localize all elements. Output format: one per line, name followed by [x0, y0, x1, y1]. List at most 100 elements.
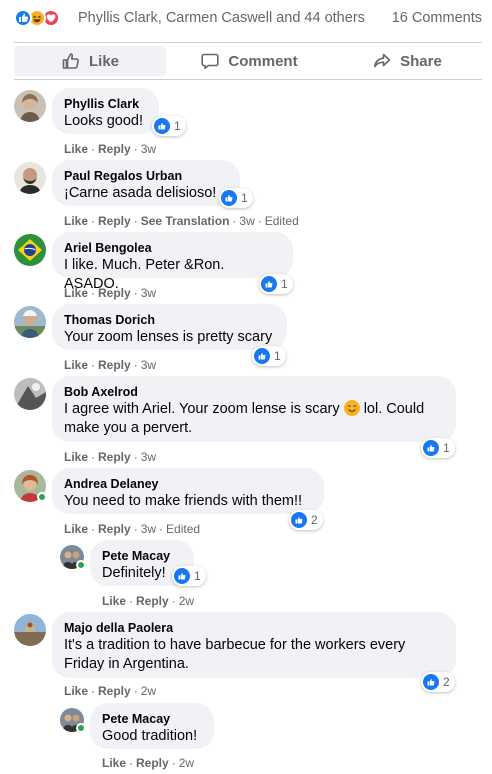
comment-author[interactable]: Thomas Dorich	[64, 312, 275, 328]
reply-link[interactable]: Reply	[98, 684, 131, 698]
separator: ·	[129, 594, 134, 608]
reply-link[interactable]: Reply	[98, 142, 131, 156]
avatar[interactable]	[14, 378, 46, 410]
timestamp[interactable]: 3w	[141, 450, 156, 464]
comment: Andrea Delaney You need to make friends …	[14, 468, 482, 536]
like-link[interactable]: Like	[64, 358, 88, 372]
reaction-badge[interactable]: 1	[219, 188, 253, 208]
timestamp[interactable]: 2w	[179, 756, 194, 770]
reply-link[interactable]: Reply	[136, 594, 169, 608]
timestamp[interactable]: 3w	[141, 358, 156, 372]
comment-author[interactable]: Majo della Paolera	[64, 620, 444, 636]
separator: ·	[232, 214, 237, 228]
separator: ·	[91, 142, 96, 156]
comment-author[interactable]: Pete Macay	[102, 711, 202, 727]
reply-link[interactable]: Reply	[98, 286, 131, 300]
avatar[interactable]	[14, 306, 46, 338]
comment-author[interactable]: Bob Axelrod	[64, 384, 444, 400]
reaction-icons[interactable]	[14, 9, 74, 27]
comment-author[interactable]: Pete Macay	[102, 548, 182, 564]
comment-bubble: Bob Axelrod I agree with Ariel. Your zoo…	[52, 376, 456, 442]
comment-icon	[201, 53, 220, 69]
like-link[interactable]: Like	[64, 684, 88, 698]
comment-text: I agree with Ariel. Your zoom lense is s…	[64, 400, 444, 438]
timestamp[interactable]: 3w	[141, 286, 156, 300]
avatar[interactable]	[14, 90, 46, 122]
see-translation-link[interactable]: See Translation	[141, 214, 230, 228]
reaction-badge[interactable]: 1	[259, 274, 293, 294]
thumbs-up-icon	[62, 53, 79, 69]
comment-text: Definitely!	[102, 565, 166, 581]
smile-emoji-icon	[343, 400, 360, 416]
online-status-indicator	[76, 560, 86, 570]
reply-link[interactable]: Reply	[98, 450, 131, 464]
avatar[interactable]	[14, 614, 46, 646]
timestamp[interactable]: 2w	[179, 594, 194, 608]
reaction-count: 1	[274, 349, 281, 363]
reaction-badge[interactable]: 2	[421, 672, 455, 692]
timestamp[interactable]: 3w	[239, 214, 254, 228]
reaction-count: 1	[174, 119, 181, 133]
like-button[interactable]: Like	[14, 46, 166, 76]
reaction-badge[interactable]: 2	[289, 510, 323, 530]
comment: Paul Regalos Urban ¡Carne asada delisios…	[14, 160, 482, 228]
comment-bubble: Andrea Delaney You need to make friends …	[52, 468, 324, 514]
separator: ·	[91, 286, 96, 300]
separator: ·	[91, 684, 96, 698]
reaction-badge[interactable]: 1	[152, 116, 186, 136]
like-link[interactable]: Like	[102, 594, 126, 608]
reaction-count: 1	[194, 569, 201, 583]
comment-bubble: Majo della Paolera It's a tradition to h…	[52, 612, 456, 678]
comment-text-part: It's a tradition to have barbecue for th…	[64, 637, 406, 653]
reaction-badge[interactable]: 1	[252, 346, 286, 366]
share-button[interactable]: Share	[332, 46, 482, 76]
timestamp[interactable]: 3w	[141, 522, 156, 536]
online-status-indicator	[76, 723, 86, 733]
comment-meta: Like · Reply · See Translation · 3w · Edited	[64, 214, 299, 228]
like-icon	[291, 512, 307, 528]
separator: ·	[133, 142, 138, 156]
reply: Pete Macay Good tradition! Like · Reply · 2w	[60, 703, 482, 771]
reply-link[interactable]: Reply	[98, 522, 131, 536]
separator: ·	[159, 522, 164, 536]
separator: ·	[91, 522, 96, 536]
comment-meta: Like · Reply · 3w	[64, 142, 156, 156]
reply-link[interactable]: Reply	[98, 358, 131, 372]
reply-link[interactable]: Reply	[136, 756, 169, 770]
comment-meta: Like · Reply · 3w · Edited	[64, 522, 200, 536]
comment-author[interactable]: Ariel Bengolea	[64, 240, 281, 256]
comment-count-link[interactable]: 16 Comments	[392, 10, 482, 26]
reply-link[interactable]: Reply	[98, 214, 131, 228]
comment-author[interactable]: Phyllis Clark	[64, 96, 147, 112]
reactors-link[interactable]: Phyllis Clark, Carmen Caswell and 44 oth…	[78, 10, 365, 26]
comment-button[interactable]: Comment	[174, 46, 324, 76]
share-button-label: Share	[400, 52, 442, 70]
timestamp[interactable]: 3w	[141, 142, 156, 156]
comment-author[interactable]: Paul Regalos Urban	[64, 168, 228, 184]
reaction-badge[interactable]: 1	[172, 566, 206, 586]
like-link[interactable]: Like	[64, 214, 88, 228]
like-link[interactable]: Like	[64, 522, 88, 536]
like-link[interactable]: Like	[64, 450, 88, 464]
like-icon	[174, 568, 190, 584]
comment-bubble: Pete Macay Good tradition!	[90, 703, 214, 749]
reaction-badge[interactable]: 1	[421, 438, 455, 458]
reaction-count: 2	[311, 513, 318, 527]
comment-meta: Like · Reply · 3w	[64, 286, 156, 300]
timestamp[interactable]: 2w	[141, 684, 156, 698]
like-link[interactable]: Like	[64, 286, 88, 300]
like-icon	[254, 348, 270, 364]
comment-bubble: Thomas Dorich Your zoom lenses is pretty…	[52, 304, 287, 350]
like-link[interactable]: Like	[102, 756, 126, 770]
like-icon	[423, 674, 439, 690]
separator: ·	[133, 684, 138, 698]
comment-author[interactable]: Andrea Delaney	[64, 476, 312, 492]
avatar[interactable]	[14, 162, 46, 194]
separator: ·	[133, 286, 138, 300]
comment-meta: Like · Reply · 3w	[64, 450, 156, 464]
comment: Bob Axelrod I agree with Ariel. Your zoo…	[14, 376, 482, 464]
comment-text-part: lol. Could	[363, 401, 425, 417]
separator: ·	[133, 214, 138, 228]
avatar[interactable]	[14, 234, 46, 266]
like-link[interactable]: Like	[64, 142, 88, 156]
